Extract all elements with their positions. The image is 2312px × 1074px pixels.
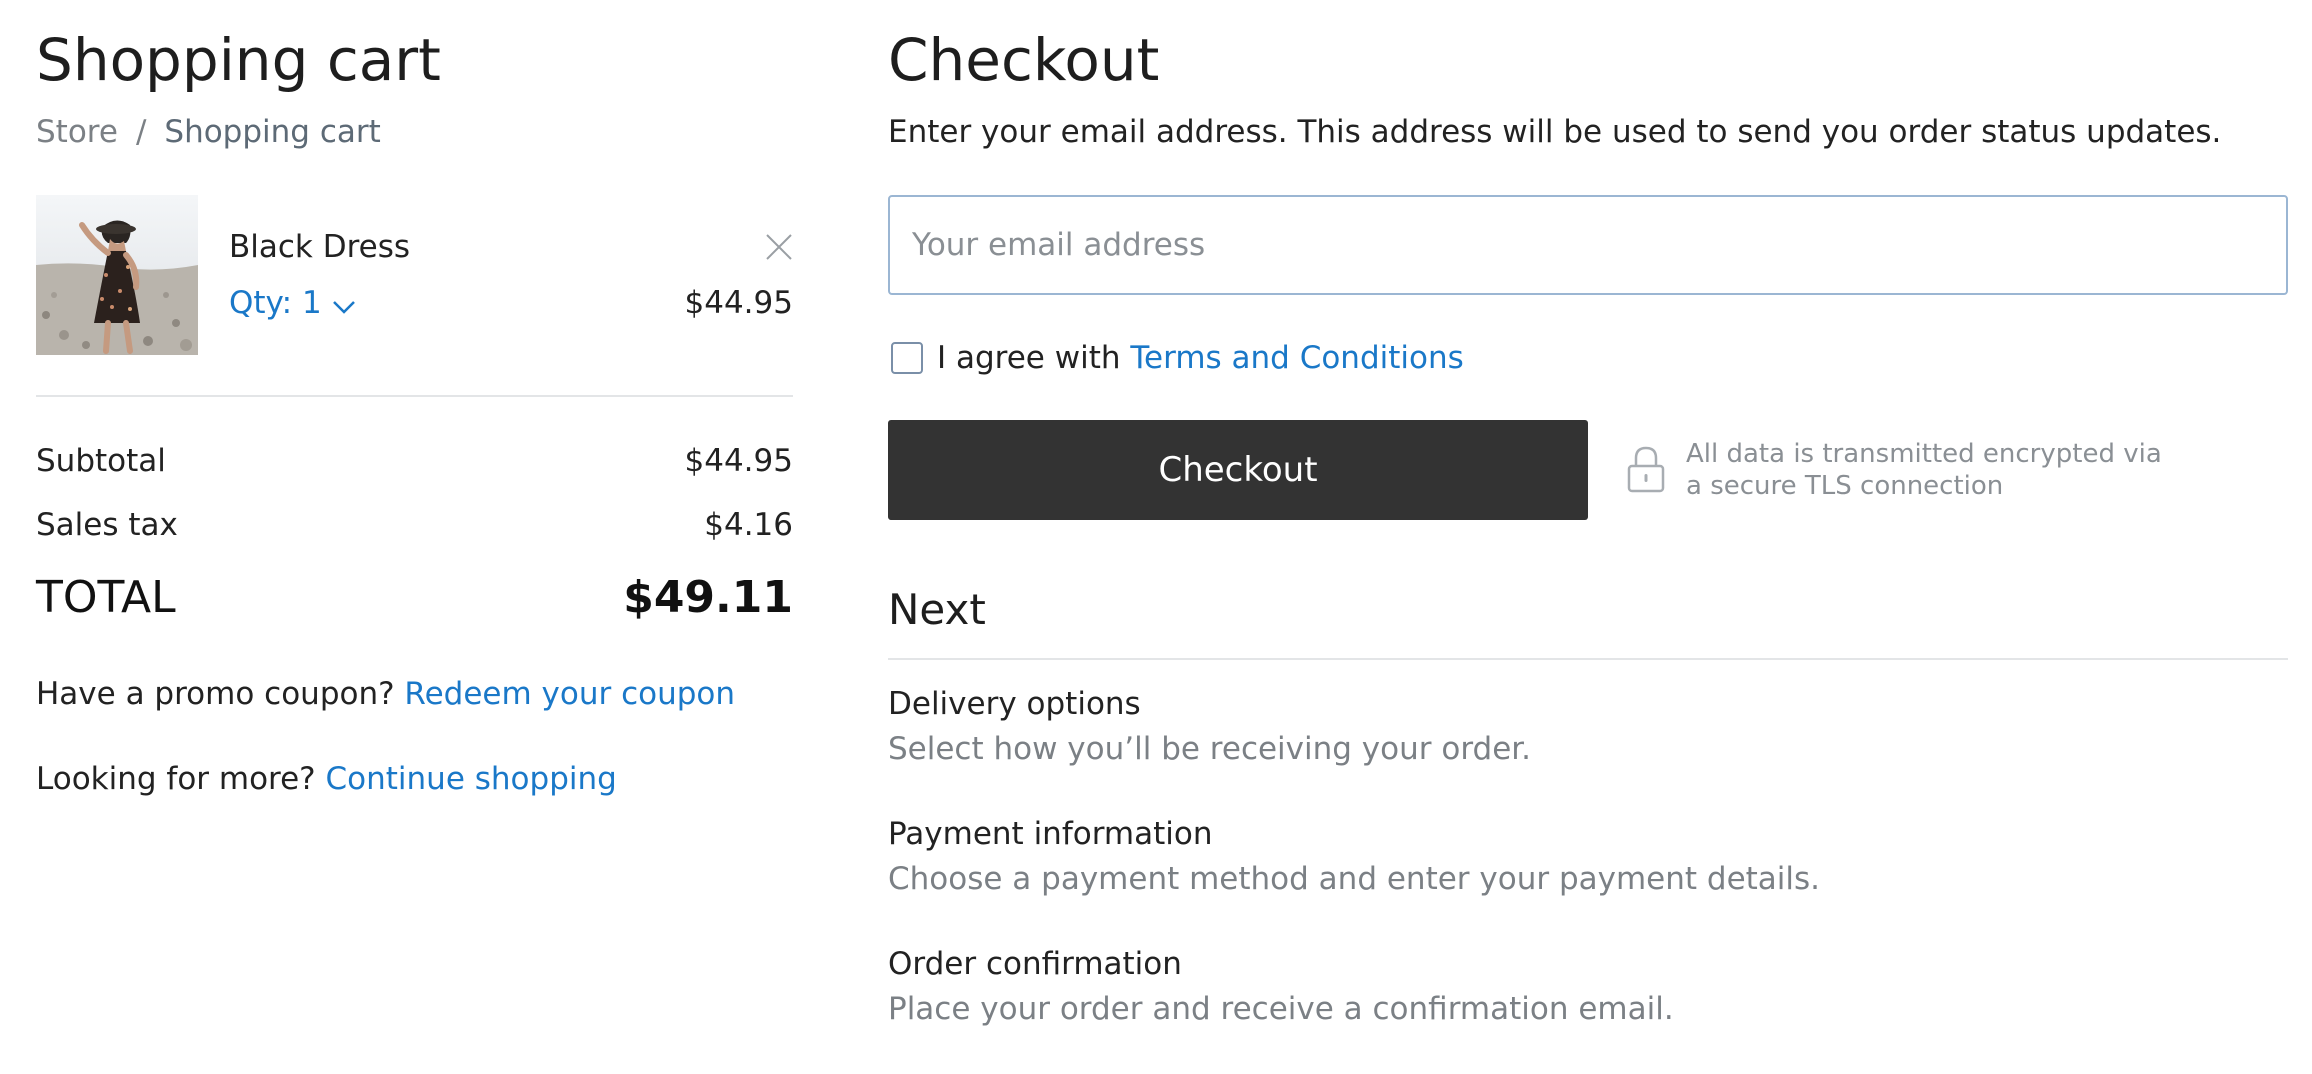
step-title-delivery: Delivery options xyxy=(888,686,1141,722)
product-name[interactable]: Black Dress xyxy=(229,226,410,268)
promo-line: Have a promo coupon? Redeem your coupon xyxy=(36,673,735,715)
product-image[interactable] xyxy=(36,195,198,355)
terms-link[interactable]: Terms and Conditions xyxy=(1130,340,1463,376)
next-divider xyxy=(888,658,2288,660)
terms-prefix: I agree with xyxy=(937,340,1121,376)
redeem-coupon-link[interactable]: Redeem your coupon xyxy=(404,676,735,712)
secure-note-line1: All data is transmitted encrypted via xyxy=(1686,439,2162,469)
next-heading: Next xyxy=(888,585,986,634)
total-value: $49.11 xyxy=(623,572,793,623)
lock-icon xyxy=(1626,444,1666,494)
cart-title: Shopping cart xyxy=(36,26,441,94)
step-desc-payment: Choose a payment method and enter your p… xyxy=(888,861,1821,897)
secure-note-line2: a secure TLS connection xyxy=(1686,471,2004,501)
subtotal-label: Subtotal xyxy=(36,443,166,479)
breadcrumb-separator: / xyxy=(135,114,147,150)
item-price: $44.95 xyxy=(684,285,793,321)
quantity-label: Qty: 1 xyxy=(229,285,322,321)
step-desc-confirmation: Place your order and receive a confirmat… xyxy=(888,991,1674,1027)
breadcrumb-store-link[interactable]: Store xyxy=(36,114,118,150)
sales-tax-label: Sales tax xyxy=(36,507,178,543)
continue-prompt: Looking for more? xyxy=(36,761,316,797)
checkout-intro: Enter your email address. This address w… xyxy=(888,114,2222,150)
cart-divider xyxy=(36,395,793,397)
terms-checkbox[interactable] xyxy=(891,342,923,374)
step-desc-delivery: Select how you’ll be receiving your orde… xyxy=(888,731,1532,767)
quantity-select[interactable]: Qty: 1 xyxy=(229,282,356,326)
step-title-payment: Payment information xyxy=(888,816,1213,852)
sales-tax-value: $4.16 xyxy=(704,507,793,543)
continue-line: Looking for more? Continue shopping xyxy=(36,758,617,800)
email-input[interactable] xyxy=(888,195,2288,295)
total-label: TOTAL xyxy=(36,572,176,623)
breadcrumb-current[interactable]: Shopping cart xyxy=(164,114,380,150)
breadcrumb: Store / Shopping cart xyxy=(36,110,381,154)
subtotal-value: $44.95 xyxy=(684,443,793,479)
continue-shopping-link[interactable]: Continue shopping xyxy=(326,761,617,797)
chevron-down-icon xyxy=(332,284,356,326)
checkout-button[interactable]: Checkout xyxy=(888,420,1588,520)
terms-label: I agree with Terms and Conditions xyxy=(937,336,1464,380)
promo-prompt: Have a promo coupon? xyxy=(36,676,395,712)
checkout-title: Checkout xyxy=(888,26,1160,94)
step-title-confirmation: Order confirmation xyxy=(888,946,1182,982)
secure-note: All data is transmitted encrypted via a … xyxy=(1686,438,2162,502)
close-icon[interactable] xyxy=(764,232,794,262)
